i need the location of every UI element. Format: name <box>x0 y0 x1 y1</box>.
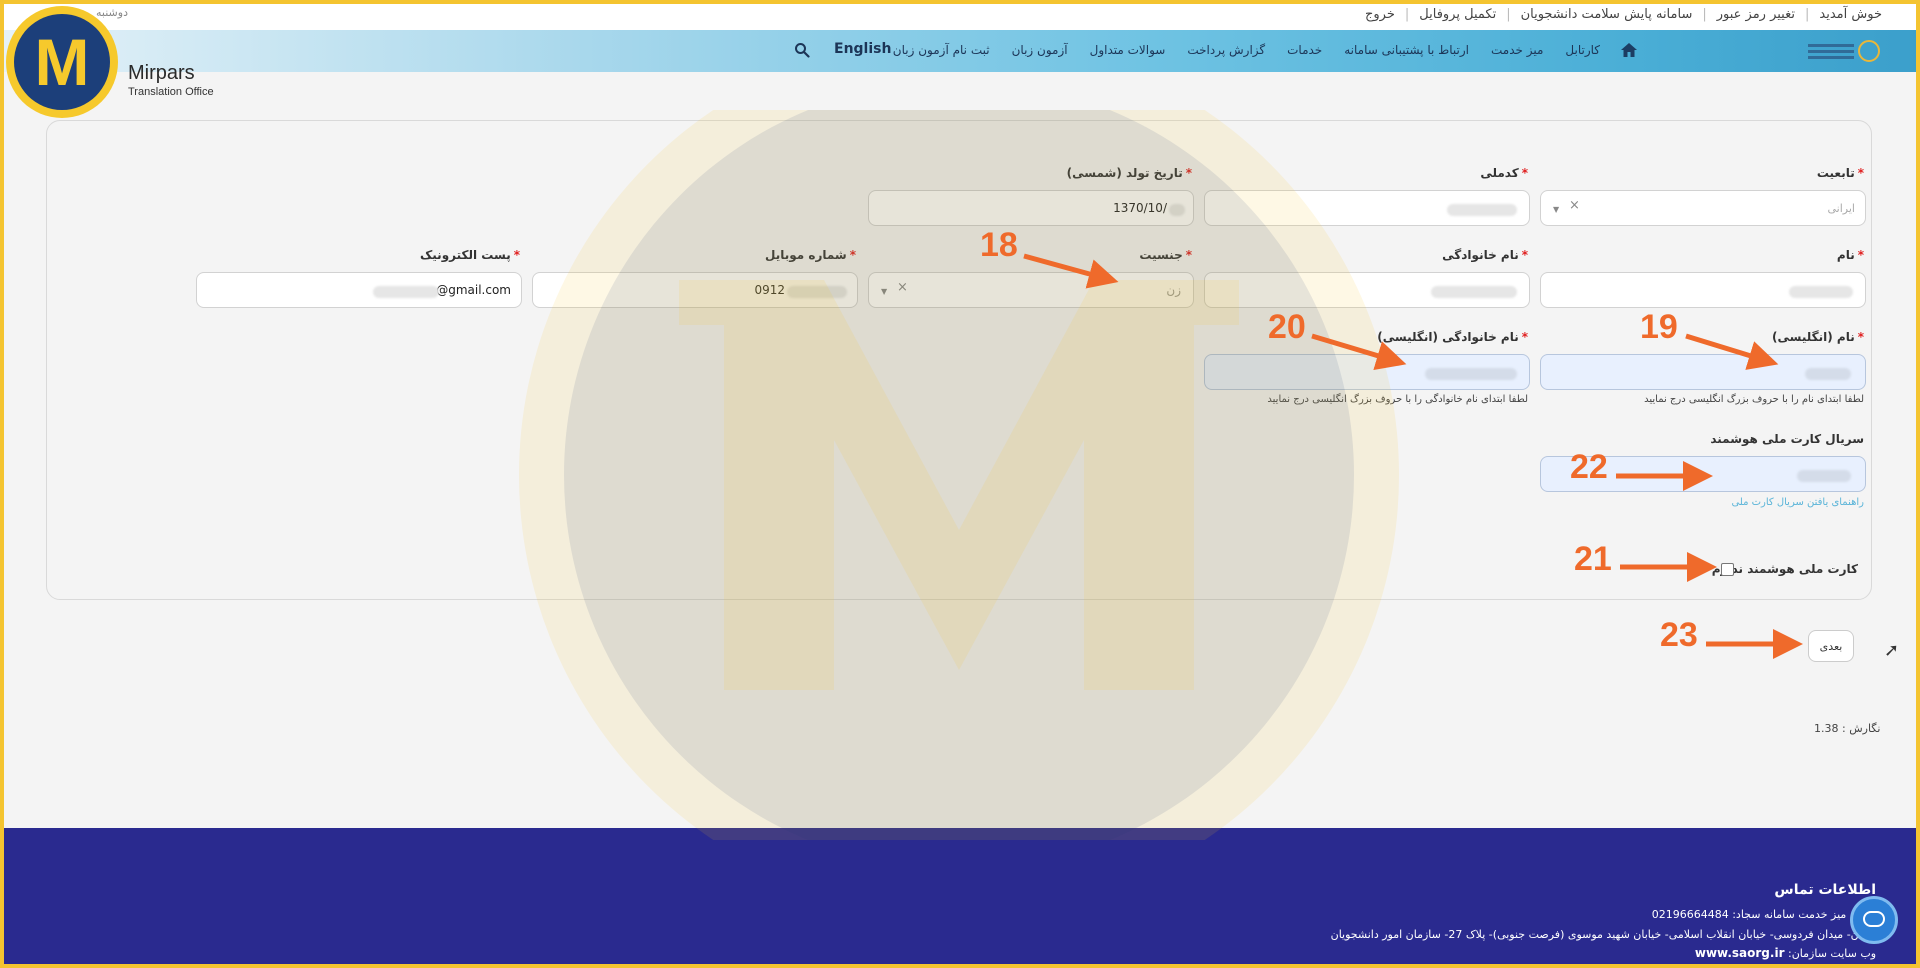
gender-select[interactable]: زن × ▼ <box>868 272 1194 308</box>
chevron-down-icon[interactable]: ▼ <box>881 287 887 296</box>
first-name-en-hint: لطفا ابتدای نام را با حروف بزرگ انگلیسی … <box>1644 394 1864 405</box>
footer-phone: تماس میز خدمت سامانه سجاد: 02196664484 <box>1651 908 1876 921</box>
divider: | <box>1506 7 1511 22</box>
chevron-down-icon[interactable]: ▼ <box>1553 205 1559 214</box>
redacted-value <box>1431 286 1517 298</box>
logout-link[interactable]: خروج <box>1365 7 1395 22</box>
clear-icon[interactable]: × <box>897 280 908 295</box>
nav-item-payment-report[interactable]: گزارش پرداخت <box>1187 43 1265 57</box>
change-password-link[interactable]: تغییر رمز عبور <box>1717 7 1795 22</box>
no-smart-card-checkbox[interactable] <box>1721 563 1734 576</box>
annotation-number: 21 <box>1574 540 1612 578</box>
annotation-number: 23 <box>1660 616 1698 654</box>
annotation-number: 19 <box>1640 308 1678 346</box>
annotation-number: 22 <box>1570 448 1608 486</box>
redacted-value <box>1425 368 1517 380</box>
brand-letter: M <box>14 14 110 110</box>
email-input[interactable]: @gmail.com <box>196 272 522 308</box>
footer-address: تهران- میدان فردوسی- خیابان انقلاب اسلام… <box>1330 928 1876 941</box>
email-value: @gmail.com <box>436 283 511 297</box>
main-nav: کارتابل میز خدمت ارتباط با پشتیبانی ساما… <box>0 30 1920 72</box>
nav-item-services[interactable]: خدمات <box>1287 43 1322 57</box>
divider: | <box>1805 7 1810 22</box>
nav-item-support[interactable]: ارتباط با پشتیبانی سامانه <box>1344 43 1469 57</box>
national-code-label: *کدملی <box>1480 166 1528 180</box>
card-serial-label: سریال کارت ملی هوشمند <box>1710 432 1864 446</box>
last-name-input[interactable] <box>1204 272 1530 308</box>
email-label: *پست الکترونیک <box>420 248 520 262</box>
top-links: خوش آمدید | تغییر رمز عبور | سامانه پایش… <box>1365 7 1882 22</box>
redacted-value <box>1797 470 1851 482</box>
redacted-value <box>1789 286 1853 298</box>
nav-item-service-desk[interactable]: میز خدمت <box>1491 43 1543 57</box>
site-logo[interactable] <box>1790 34 1880 68</box>
gender-value: زن <box>1166 283 1181 297</box>
last-name-en-label: *نام خانوادگی (انگلیسی) <box>1377 330 1528 344</box>
date-text: دوشنبه <box>96 6 128 19</box>
nav-item-faq[interactable]: سوالات متداول <box>1090 43 1166 57</box>
card-serial-help-link[interactable]: راهنمای یافتن سریال کارت ملی <box>1731 497 1864 508</box>
first-name-en-input[interactable] <box>1540 354 1866 390</box>
chat-bubble-icon[interactable] <box>1850 896 1898 944</box>
next-button[interactable]: بعدی <box>1808 630 1854 662</box>
birth-date-value: 1370/10/ <box>1113 201 1167 215</box>
nationality-select[interactable]: ایرانی × ▼ <box>1540 190 1866 226</box>
health-monitor-link[interactable]: سامانه پایش سلامت دانشجویان <box>1521 7 1693 22</box>
nav-item-kartabl[interactable]: کارتابل <box>1565 43 1600 57</box>
first-name-en-label: *نام (انگلیسی) <box>1772 330 1864 344</box>
brand-subtitle: Translation Office <box>128 86 214 98</box>
version-text: نگارش : 1.38 <box>1814 722 1881 735</box>
footer-title: اطلاعات تماس <box>1774 882 1876 898</box>
birth-date-label: *تاریخ تولد (شمسی) <box>1066 166 1192 180</box>
footer-website: وب سایت سازمان: www.saorg.ir <box>1695 946 1876 960</box>
first-name-label: *نام <box>1836 248 1864 262</box>
first-name-input[interactable] <box>1540 272 1866 308</box>
mobile-input[interactable]: 0912 <box>532 272 858 308</box>
last-name-en-input[interactable] <box>1204 354 1530 390</box>
top-bar: خوش آمدید | تغییر رمز عبور | سامانه پایش… <box>0 0 1920 30</box>
nav-item-language-test[interactable]: آزمون زبان <box>1012 43 1068 57</box>
redacted-value <box>1169 204 1185 216</box>
gender-label: *جنسیت <box>1139 248 1192 262</box>
footer-website-label: وب سایت سازمان: <box>1788 947 1876 960</box>
nav-menu: کارتابل میز خدمت ارتباط با پشتیبانی ساما… <box>893 43 1600 57</box>
redacted-value <box>787 286 847 298</box>
national-code-input[interactable] <box>1204 190 1530 226</box>
logo-text-lines <box>1808 43 1854 59</box>
footer: اطلاعات تماس تماس میز خدمت سامانه سجاد: … <box>0 828 1920 968</box>
birth-date-input[interactable]: 1370/10/ <box>868 190 1194 226</box>
annotation-number: 18 <box>980 226 1018 264</box>
clear-icon[interactable]: × <box>1569 198 1580 213</box>
last-name-en-hint: لطفا ابتدای نام خانوادگی را با حروف بزرگ… <box>1267 394 1528 405</box>
emblem-icon <box>1858 40 1880 62</box>
redacted-value <box>1447 204 1517 216</box>
english-language-link[interactable]: English <box>834 41 891 57</box>
nationality-label: *تابعیت <box>1816 166 1864 180</box>
footer-website-link[interactable]: www.saorg.ir <box>1695 946 1785 960</box>
redacted-value <box>1805 368 1851 380</box>
nationality-placeholder: ایرانی <box>1827 202 1855 215</box>
welcome-text: خوش آمدید <box>1819 7 1882 22</box>
divider: | <box>1404 7 1410 22</box>
divider: | <box>1702 7 1707 22</box>
last-name-label: *نام خانوادگی <box>1442 248 1528 262</box>
home-icon[interactable] <box>1620 41 1638 59</box>
mouse-cursor-icon: ➚ <box>1884 640 1900 661</box>
annotation-number: 20 <box>1268 308 1306 346</box>
brand-name: Mirpars <box>128 62 195 84</box>
nav-item-language-test-register[interactable]: ثبت نام آزمون زبان <box>893 43 990 57</box>
mobile-label: *شماره موبایل <box>765 248 856 262</box>
mobile-value: 0912 <box>754 283 785 297</box>
redacted-value <box>373 286 439 298</box>
brand-logo: M <box>6 6 118 118</box>
complete-profile-link[interactable]: تکمیل پروفایل <box>1419 7 1496 22</box>
search-icon[interactable] <box>794 42 810 58</box>
